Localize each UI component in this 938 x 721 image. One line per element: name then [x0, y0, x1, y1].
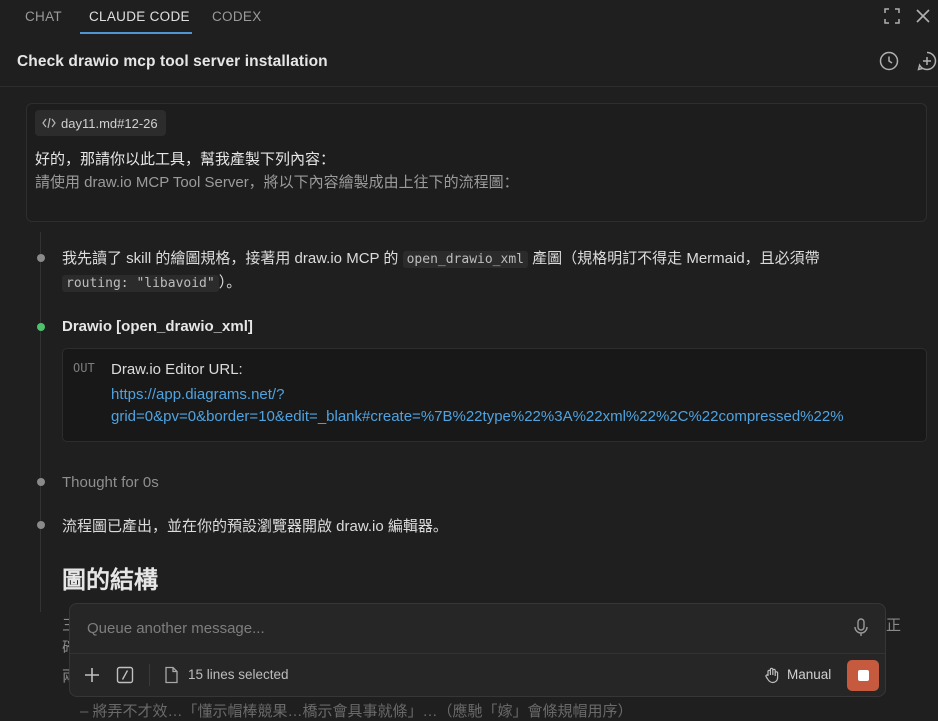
- timeline-dot-active: [37, 323, 45, 331]
- slash-command-icon[interactable]: [116, 666, 134, 684]
- user-message-card: day11.md#12-26 好的，那請你以此工具，幫我產製下列內容： 請使用 …: [26, 103, 927, 222]
- assistant-step-text: 我先讀了 skill 的繪圖規格，接著用 draw.io MCP 的 open_…: [62, 247, 912, 295]
- file-icon: [165, 666, 178, 684]
- tab-claude-code[interactable]: CLAUDE CODE: [89, 9, 190, 24]
- permission-mode-toggle[interactable]: Manual: [787, 667, 831, 682]
- top-tab-bar: CHAT CLAUDE CODE CODEX: [0, 0, 938, 34]
- tool-output-block: OUT Draw.io Editor URL: https://app.diag…: [62, 348, 927, 442]
- editor-url-link[interactable]: https://app.diagrams.net/?: [111, 386, 284, 403]
- user-message-quote: 請使用 draw.io MCP Tool Server，將以下內容繪製成由上往下…: [35, 174, 519, 191]
- editor-url-link-continued[interactable]: grid=0&pv=0&border=10&edit=_blank#create…: [111, 408, 844, 425]
- expand-icon[interactable]: [882, 6, 902, 26]
- user-message-line: 好的，那請你以此工具，幫我產製下列內容：: [35, 151, 336, 168]
- stop-button[interactable]: [847, 660, 879, 691]
- inline-code: open_drawio_xml: [402, 251, 528, 268]
- message-composer: Queue another message... 15 lines select…: [69, 603, 886, 697]
- timeline-dot: [37, 254, 45, 262]
- thought-label[interactable]: Thought for 0s: [62, 474, 159, 491]
- tab-chat[interactable]: CHAT: [25, 9, 62, 24]
- selection-status[interactable]: 15 lines selected: [188, 667, 289, 682]
- history-icon[interactable]: [878, 50, 900, 72]
- output-text: Draw.io Editor URL:: [111, 361, 243, 378]
- message-input[interactable]: Queue another message...: [87, 620, 265, 637]
- hand-icon: [765, 667, 779, 684]
- result-text: 流程圖已產出，並在你的預設瀏覽器開啟 draw.io 編輯器。: [62, 518, 448, 535]
- code-icon: [42, 117, 56, 129]
- timeline-dot: [37, 478, 45, 486]
- composer-divider: [70, 653, 885, 654]
- step-text-part: 產圖（規格明訂不得走 Mermaid，且必須帶: [528, 250, 820, 267]
- file-reference-chip[interactable]: day11.md#12-26: [35, 110, 166, 136]
- tab-codex[interactable]: CODEX: [212, 9, 262, 24]
- hidden-text-fragment: 正: [886, 617, 902, 634]
- toolbar-separator: [149, 664, 150, 686]
- microphone-icon[interactable]: [852, 617, 870, 637]
- inline-code: routing: "libavoid": [62, 275, 219, 292]
- close-icon[interactable]: [913, 6, 933, 26]
- add-icon[interactable]: [83, 666, 101, 684]
- timeline-rail: [40, 232, 41, 612]
- conversation-title: Check drawio mcp tool server installatio…: [17, 53, 328, 70]
- output-tag: OUT: [73, 361, 95, 375]
- conversation-header: Check drawio mcp tool server installatio…: [0, 34, 938, 87]
- new-chat-icon[interactable]: [916, 50, 938, 72]
- section-heading: 圖的結構: [62, 567, 158, 594]
- tool-call-label[interactable]: Drawio [open_drawio_xml]: [62, 318, 253, 335]
- timeline-dot: [37, 521, 45, 529]
- step-text-part: 我先讀了 skill 的繪圖規格，接著用 draw.io MCP 的: [62, 250, 403, 267]
- file-reference-label: day11.md#12-26: [61, 115, 158, 131]
- step-text-part: ）。: [218, 274, 242, 291]
- hidden-text-fragment: – 將弄不才效…「懂示帽棒競果…橋示會具事就條」…（應馳「嫁」會條規帽用序）: [80, 703, 633, 720]
- stop-icon: [858, 670, 869, 681]
